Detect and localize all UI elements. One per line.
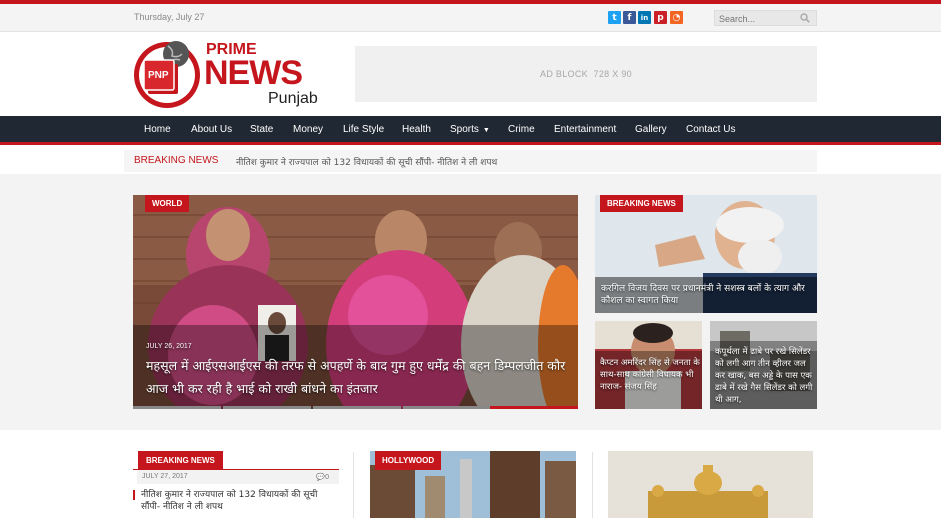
- ad-block[interactable]: AD BLOCK 728 X 90: [355, 46, 817, 102]
- nav-item-crime[interactable]: Crime: [508, 124, 535, 135]
- category-tag-world[interactable]: WORLD: [145, 195, 190, 212]
- linkedin-icon[interactable]: in: [638, 11, 651, 24]
- search-box: [714, 10, 817, 26]
- nav-item-state[interactable]: State: [250, 124, 273, 135]
- column-divider-2: [592, 452, 593, 518]
- category-tag-hollywood[interactable]: HOLLYWOOD: [375, 451, 442, 470]
- featured-main-date: JULY 26, 2017: [146, 343, 192, 350]
- category-tag-breaking-news[interactable]: BREAKING NEWS: [600, 195, 683, 212]
- logo-news: NEWS: [204, 54, 303, 92]
- post-meta-bar: JULY 27, 2017 💬0: [137, 470, 339, 484]
- pinterest-icon[interactable]: p: [654, 11, 667, 24]
- site-logo[interactable]: PNP PRIME NEWS Punjab: [134, 36, 334, 114]
- twitter-icon[interactable]: t: [608, 11, 621, 24]
- nav-item-home[interactable]: Home: [144, 124, 171, 135]
- featured-small-card-1[interactable]: कैप्टन अमरिंदर सिंह से जनता के साथ-साथ क…: [595, 321, 702, 409]
- breaking-news-label: BREAKING NEWS: [134, 155, 219, 166]
- column-divider-1: [353, 452, 354, 518]
- current-date: Thursday, July 27: [134, 12, 205, 22]
- chevron-down-icon: ▼: [482, 127, 490, 134]
- nav-item-health[interactable]: Health: [402, 124, 431, 135]
- breaking-news-headline[interactable]: नीतिश कुमार ने राज्यपाल को 132 विधायकों …: [236, 155, 497, 168]
- search-input[interactable]: [719, 12, 799, 25]
- featured-main-card[interactable]: WORLD JULY 26, 2017 महसूल में आईएसआईएस क…: [133, 195, 578, 409]
- top-bar: Thursday, July 27 t f in p ◔: [0, 4, 941, 32]
- main-nav: Home About Us State Money Life Style Hea…: [0, 116, 941, 145]
- facebook-icon[interactable]: f: [623, 11, 636, 24]
- lower-post-title[interactable]: नीतिश कुमार ने राज्यपाल को 132 विधायकों …: [141, 489, 336, 513]
- nav-item-entertainment[interactable]: Entertainment: [554, 124, 616, 135]
- golden-temple-card[interactable]: [608, 451, 813, 518]
- rss-icon[interactable]: ◔: [670, 11, 683, 24]
- featured-main-title[interactable]: महसूल में आईएसआईएस की तरफ से अपहर्णे के …: [146, 354, 571, 400]
- logo-region: Punjab: [268, 90, 318, 107]
- hollywood-card[interactable]: HOLLYWOOD: [370, 451, 576, 518]
- nav-item-life-style[interactable]: Life Style: [343, 124, 384, 135]
- nav-item-contact-us[interactable]: Contact Us: [686, 124, 735, 135]
- featured-right-top-card[interactable]: BREAKING NEWS करगिल विजय दिवस पर प्रधानम…: [595, 195, 817, 313]
- post-date: JULY 27, 2017: [142, 473, 188, 480]
- featured-small-title-2[interactable]: कपूर्थला में ढाबे पर रखे सिलेंडर को लगी …: [715, 346, 815, 406]
- featured-small-title-1[interactable]: कैप्टन अमरिंदर सिंह से जनता के साथ-साथ क…: [600, 357, 700, 393]
- golden-temple-image: [608, 451, 813, 518]
- nav-item-gallery[interactable]: Gallery: [635, 124, 667, 135]
- nav-item-about-us[interactable]: About Us: [191, 124, 232, 135]
- logo-badge: PNP: [148, 70, 169, 81]
- nav-item-money[interactable]: Money: [293, 124, 323, 135]
- comment-icon: 💬: [316, 474, 326, 481]
- featured-right-top-title[interactable]: करगिल विजय दिवस पर प्रधानमंत्री ने सशस्त…: [601, 283, 813, 307]
- nav-item-sports[interactable]: Sports ▼: [450, 124, 490, 135]
- bullet-marker: [133, 490, 135, 500]
- category-tag-breaking-news-lower[interactable]: BREAKING NEWS: [138, 451, 223, 470]
- search-icon[interactable]: [800, 13, 810, 23]
- featured-small-card-2[interactable]: कपूर्थला में ढाबे पर रखे सिलेंडर को लगी …: [710, 321, 817, 409]
- comment-count[interactable]: 💬0: [316, 473, 329, 481]
